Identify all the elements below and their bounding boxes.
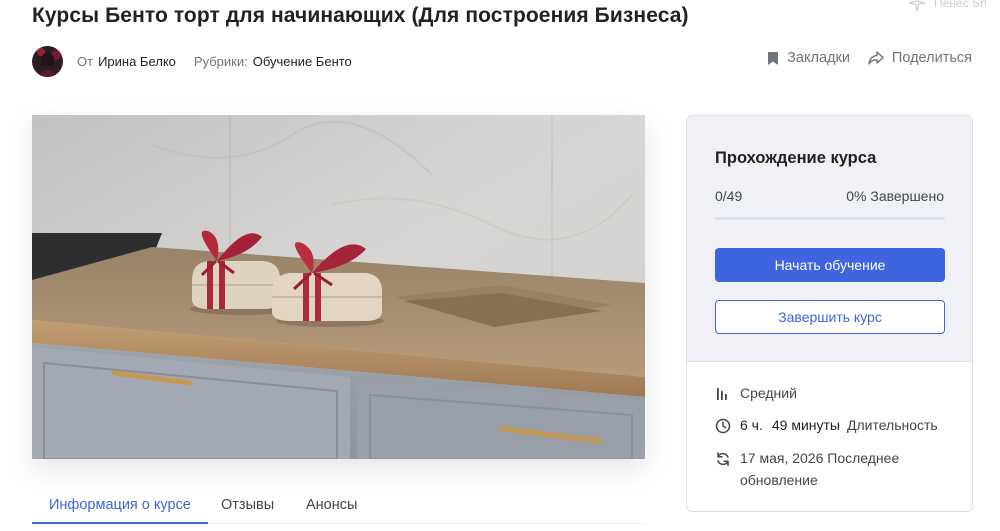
- course-progress-card: Прохождение курса 0/49 0% Завершено Нача…: [686, 115, 973, 512]
- share-icon: [868, 51, 884, 65]
- progress-bar: [715, 217, 945, 220]
- progress-percent: 0% Завершено: [846, 188, 944, 204]
- header-actions: Закладки Поделиться: [767, 50, 972, 66]
- author-prefix: От: [77, 53, 94, 69]
- refresh-icon: [717, 452, 729, 466]
- level-value: Средний: [740, 385, 797, 401]
- tab-course-info[interactable]: Информация о курсе: [32, 487, 208, 524]
- last-updated-row: 17 мая, 2026 Последнее обновление: [715, 450, 950, 491]
- author-avatar[interactable]: [32, 45, 63, 77]
- tab-announcements[interactable]: Анонсы: [306, 487, 357, 524]
- bookmark-icon: [768, 51, 779, 65]
- bookmark-button[interactable]: Закладки: [767, 50, 850, 66]
- course-thumbnail: [32, 115, 645, 459]
- course-meta: От Ирина Белко Рубрики: Обучение Бенто: [32, 45, 352, 77]
- clock-icon: [715, 418, 731, 434]
- level-row: Средний: [715, 385, 797, 402]
- duration-label: Длительность: [846, 417, 938, 433]
- complete-course-button[interactable]: Завершить курс: [715, 300, 945, 334]
- start-learning-button[interactable]: Начать обучение: [715, 248, 945, 282]
- category-prefix: Рубрики:: [193, 53, 248, 69]
- course-title: Курсы Бенто торт для начинающих (Для пос…: [32, 4, 689, 27]
- level-bars-icon: [717, 388, 727, 400]
- share-button[interactable]: Поделиться: [868, 50, 972, 66]
- corner-hint[interactable]: Пенес Sh: [908, 0, 987, 12]
- tab-reviews[interactable]: Отзывы: [221, 487, 274, 524]
- course-tabs: Информация о курсе Отзывы Анонсы: [32, 487, 645, 524]
- last-updated-text: 17 мая, 2026 Последнее обновление: [740, 450, 900, 488]
- sparkle-icon: [908, 0, 926, 12]
- share-label: Поделиться: [891, 50, 972, 66]
- corner-hint-label: Пенес Sh: [934, 0, 987, 10]
- bookmark-label: Закладки: [787, 50, 850, 66]
- progress-count: 0/49: [715, 188, 743, 204]
- duration-row: 6 ч. 49 минуты Длительность: [715, 417, 938, 434]
- author-name-link[interactable]: Ирина Белко: [98, 54, 176, 69]
- card-header-section: Прохождение курса 0/49 0% Завершено Нача…: [687, 116, 972, 362]
- category-link[interactable]: Обучение Бенто: [253, 54, 352, 69]
- card-title: Прохождение курса: [715, 149, 877, 167]
- duration-hours: 6 ч.: [740, 417, 763, 433]
- duration-minutes: 49 минуты: [771, 417, 840, 433]
